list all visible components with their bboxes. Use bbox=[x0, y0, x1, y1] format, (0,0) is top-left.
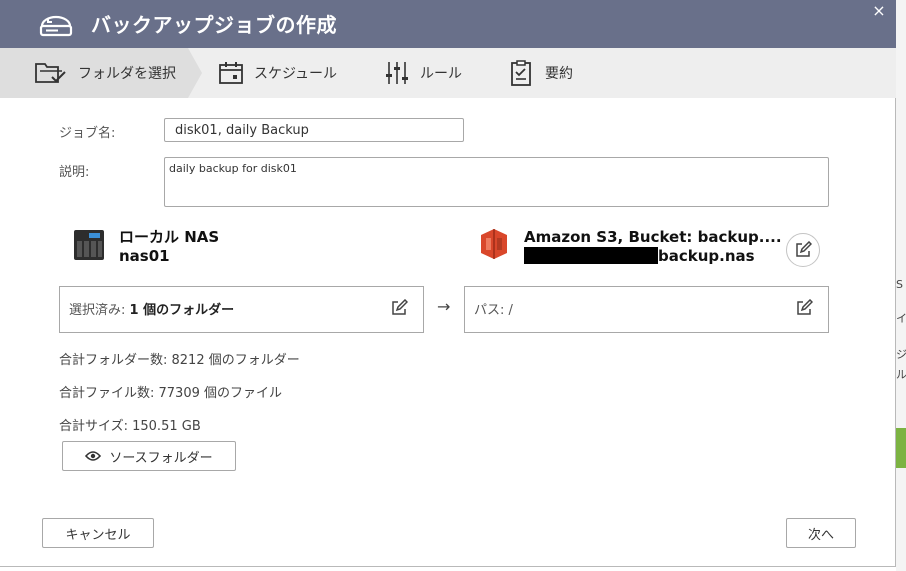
sliders-icon bbox=[386, 62, 408, 84]
step-label: ルール bbox=[420, 66, 462, 82]
backup-drive-icon bbox=[39, 15, 73, 37]
edit-source-icon[interactable] bbox=[390, 299, 408, 317]
folder-check-icon bbox=[35, 63, 66, 83]
background-app: S イ ジ ル bbox=[896, 0, 906, 571]
source-nas-name: nas01 bbox=[119, 247, 170, 265]
cancel-button[interactable]: キャンセル bbox=[42, 518, 154, 548]
dialog-title: バックアップジョブの作成 bbox=[91, 13, 337, 37]
destination-path-box: パス: / bbox=[464, 286, 829, 333]
selection-prefix: 選択済み: bbox=[69, 303, 130, 318]
source-selection-text: 選択済み: 1 個のフォルダー bbox=[69, 299, 234, 318]
step-label: 要約 bbox=[545, 66, 573, 82]
edit-destination-button[interactable] bbox=[786, 233, 820, 267]
destination-name: backup.nas bbox=[658, 247, 755, 265]
source-folder-button[interactable]: ソースフォルダー bbox=[62, 441, 236, 471]
step-select-folder[interactable]: フォルダを選択 bbox=[34, 48, 176, 98]
eye-icon bbox=[85, 451, 102, 461]
active-step-arrow bbox=[188, 48, 202, 98]
job-name-input[interactable] bbox=[164, 118, 464, 142]
step-schedule[interactable]: スケジュール bbox=[218, 48, 337, 98]
amazon-s3-icon bbox=[481, 229, 507, 259]
next-button[interactable]: 次へ bbox=[786, 518, 856, 548]
calendar-icon bbox=[219, 62, 243, 84]
description-input[interactable]: daily backup for disk01 bbox=[164, 157, 829, 207]
dialog-titlebar: バックアップジョブの作成 × bbox=[0, 0, 896, 48]
source-folder-label: ソースフォルダー bbox=[109, 450, 213, 466]
source-title: ローカル NAS bbox=[119, 228, 220, 246]
redacted-block bbox=[524, 247, 658, 264]
wizard-steps: フォルダを選択 スケジュール ルール 要約 bbox=[0, 48, 896, 98]
create-backup-job-dialog: バックアップジョブの作成 × フォルダを選択 スケジュール ルール 要約 ジョブ… bbox=[0, 0, 896, 567]
total-folders: 合計フォルダー数: 8212 個のフォルダー bbox=[59, 353, 300, 368]
close-button[interactable]: × bbox=[870, 2, 888, 20]
step-rules[interactable]: ルール bbox=[384, 48, 462, 98]
destination-path: パス: / bbox=[474, 303, 513, 318]
background-text: ル bbox=[896, 368, 906, 381]
step-label: フォルダを選択 bbox=[78, 66, 176, 82]
destination-title: Amazon S3, Bucket: backup.... bbox=[524, 228, 782, 246]
clipboard-icon bbox=[511, 60, 531, 86]
edit-path-icon[interactable] bbox=[795, 299, 813, 317]
nas-device-icon bbox=[74, 230, 104, 260]
background-text: イ bbox=[896, 312, 906, 325]
description-label: 説明: bbox=[59, 165, 90, 180]
direction-arrow: → bbox=[437, 297, 451, 316]
background-text: S bbox=[896, 278, 903, 291]
edit-icon bbox=[796, 241, 812, 257]
selection-count: 1 個のフォルダー bbox=[129, 303, 235, 318]
background-green-bar bbox=[896, 428, 906, 468]
background-text: ジ bbox=[896, 348, 906, 361]
total-files: 合計ファイル数: 77309 個のファイル bbox=[59, 386, 282, 401]
total-size: 合計サイズ: 150.51 GB bbox=[59, 419, 201, 434]
source-folder-box: 選択済み: 1 個のフォルダー bbox=[59, 286, 424, 333]
step-summary[interactable]: 要約 bbox=[509, 48, 573, 98]
step-label: スケジュール bbox=[254, 66, 338, 82]
job-name-label: ジョブ名: bbox=[59, 126, 116, 141]
